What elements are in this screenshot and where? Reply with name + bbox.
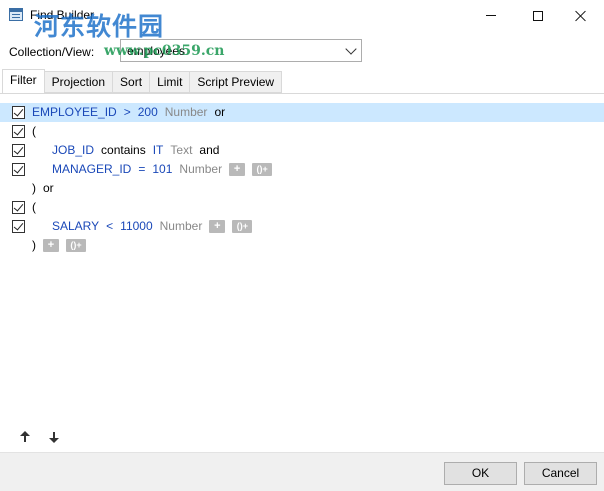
- field-name[interactable]: EMPLOYEE_ID: [32, 105, 117, 119]
- row-checkbox[interactable]: [12, 144, 25, 157]
- cancel-button[interactable]: Cancel: [524, 462, 597, 485]
- add-condition-button[interactable]: +: [43, 238, 59, 252]
- add-condition-button[interactable]: +: [209, 219, 226, 233]
- title-bar: Find Builder 河东软件园: [0, 0, 604, 41]
- bracket: (: [32, 200, 36, 214]
- bracket: ): [32, 238, 36, 252]
- condition-value[interactable]: IT: [153, 143, 164, 157]
- operator[interactable]: =: [138, 162, 145, 176]
- minimize-icon: [486, 15, 496, 16]
- row-checkbox[interactable]: [12, 163, 25, 176]
- value-type[interactable]: Number: [179, 162, 222, 176]
- value-type[interactable]: Number: [165, 105, 208, 119]
- watermark-logo: 河东软件园: [34, 12, 165, 41]
- condition-value[interactable]: 101: [152, 162, 172, 176]
- filter-row[interactable]: (: [0, 122, 604, 141]
- bracket: (: [32, 124, 36, 138]
- logic-keyword[interactable]: or: [43, 181, 54, 195]
- arrow-up-icon[interactable]: [19, 431, 31, 443]
- maximize-icon: [533, 10, 543, 21]
- tab-filter[interactable]: Filter: [2, 69, 45, 93]
- tab-script-preview[interactable]: Script Preview: [190, 71, 283, 93]
- tab-projection[interactable]: Projection: [44, 71, 114, 93]
- tab-bar: Filter Projection Sort Limit Script Prev…: [2, 69, 283, 93]
- tab-sort[interactable]: Sort: [113, 71, 151, 93]
- add-condition-button[interactable]: +: [229, 162, 246, 176]
- field-name[interactable]: JOB_ID: [52, 143, 94, 157]
- row-checkbox[interactable]: [12, 220, 25, 233]
- condition-expression: (: [32, 200, 43, 214]
- filter-panel: EMPLOYEE_ID >200 Number or ( JOB_ID contains IT…: [0, 94, 604, 452]
- filter-row[interactable]: MANAGER_ID = 101 Number + ()+: [0, 160, 604, 179]
- logic-keyword[interactable]: contains: [101, 143, 146, 157]
- condition-expression: JOB_ID contains IT Text and: [52, 143, 226, 157]
- maximize-button[interactable]: [515, 0, 561, 31]
- condition-expression: ) + ()+: [32, 238, 93, 252]
- bracket: ): [32, 181, 36, 195]
- condition-expression: (: [32, 124, 43, 138]
- filter-row[interactable]: SALARY <11000 Number + ()+: [0, 217, 604, 236]
- condition-value[interactable]: 200: [138, 105, 158, 119]
- row-checkbox[interactable]: [12, 201, 25, 214]
- dialog-footer: OK Cancel: [0, 452, 604, 491]
- row-checkbox[interactable]: [12, 106, 25, 119]
- tab-limit[interactable]: Limit: [150, 71, 191, 93]
- condition-expression: MANAGER_ID = 101 Number + ()+: [52, 162, 279, 176]
- chevron-down-icon: [345, 43, 357, 55]
- watermark-url: www.pc0359.cn: [104, 43, 225, 59]
- filter-row[interactable]: ) + ()+: [0, 236, 604, 255]
- filter-row[interactable]: EMPLOYEE_ID >200 Number or: [0, 103, 604, 122]
- field-name[interactable]: MANAGER_ID: [52, 162, 131, 176]
- condition-expression: ) or: [32, 181, 61, 195]
- value-type[interactable]: Number: [160, 219, 203, 233]
- condition-value[interactable]: 11000: [120, 219, 152, 233]
- field-name[interactable]: SALARY: [52, 219, 99, 233]
- operator[interactable]: <: [106, 219, 113, 233]
- logic-keyword[interactable]: and: [199, 143, 219, 157]
- filter-row[interactable]: JOB_ID contains IT Text and: [0, 141, 604, 160]
- condition-expression: SALARY <11000 Number + ()+: [52, 219, 259, 233]
- filter-row[interactable]: ) or: [0, 179, 604, 198]
- arrow-down-icon[interactable]: [48, 431, 60, 443]
- add-group-button[interactable]: ()+: [252, 162, 273, 176]
- logic-keyword[interactable]: or: [214, 105, 225, 119]
- add-group-button[interactable]: ()+: [232, 219, 253, 233]
- minimize-button[interactable]: [468, 0, 514, 31]
- app-icon: [9, 8, 23, 21]
- close-icon: [575, 10, 587, 22]
- condition-expression: EMPLOYEE_ID >200 Number or: [32, 105, 232, 119]
- collection-label: Collection/View:: [9, 45, 95, 59]
- add-group-button[interactable]: ()+: [66, 238, 86, 252]
- ok-button[interactable]: OK: [444, 462, 517, 485]
- filter-row[interactable]: (: [0, 198, 604, 217]
- operator[interactable]: >: [124, 105, 131, 119]
- row-checkbox[interactable]: [12, 125, 25, 138]
- close-button[interactable]: [558, 0, 604, 31]
- value-type[interactable]: Text: [170, 143, 192, 157]
